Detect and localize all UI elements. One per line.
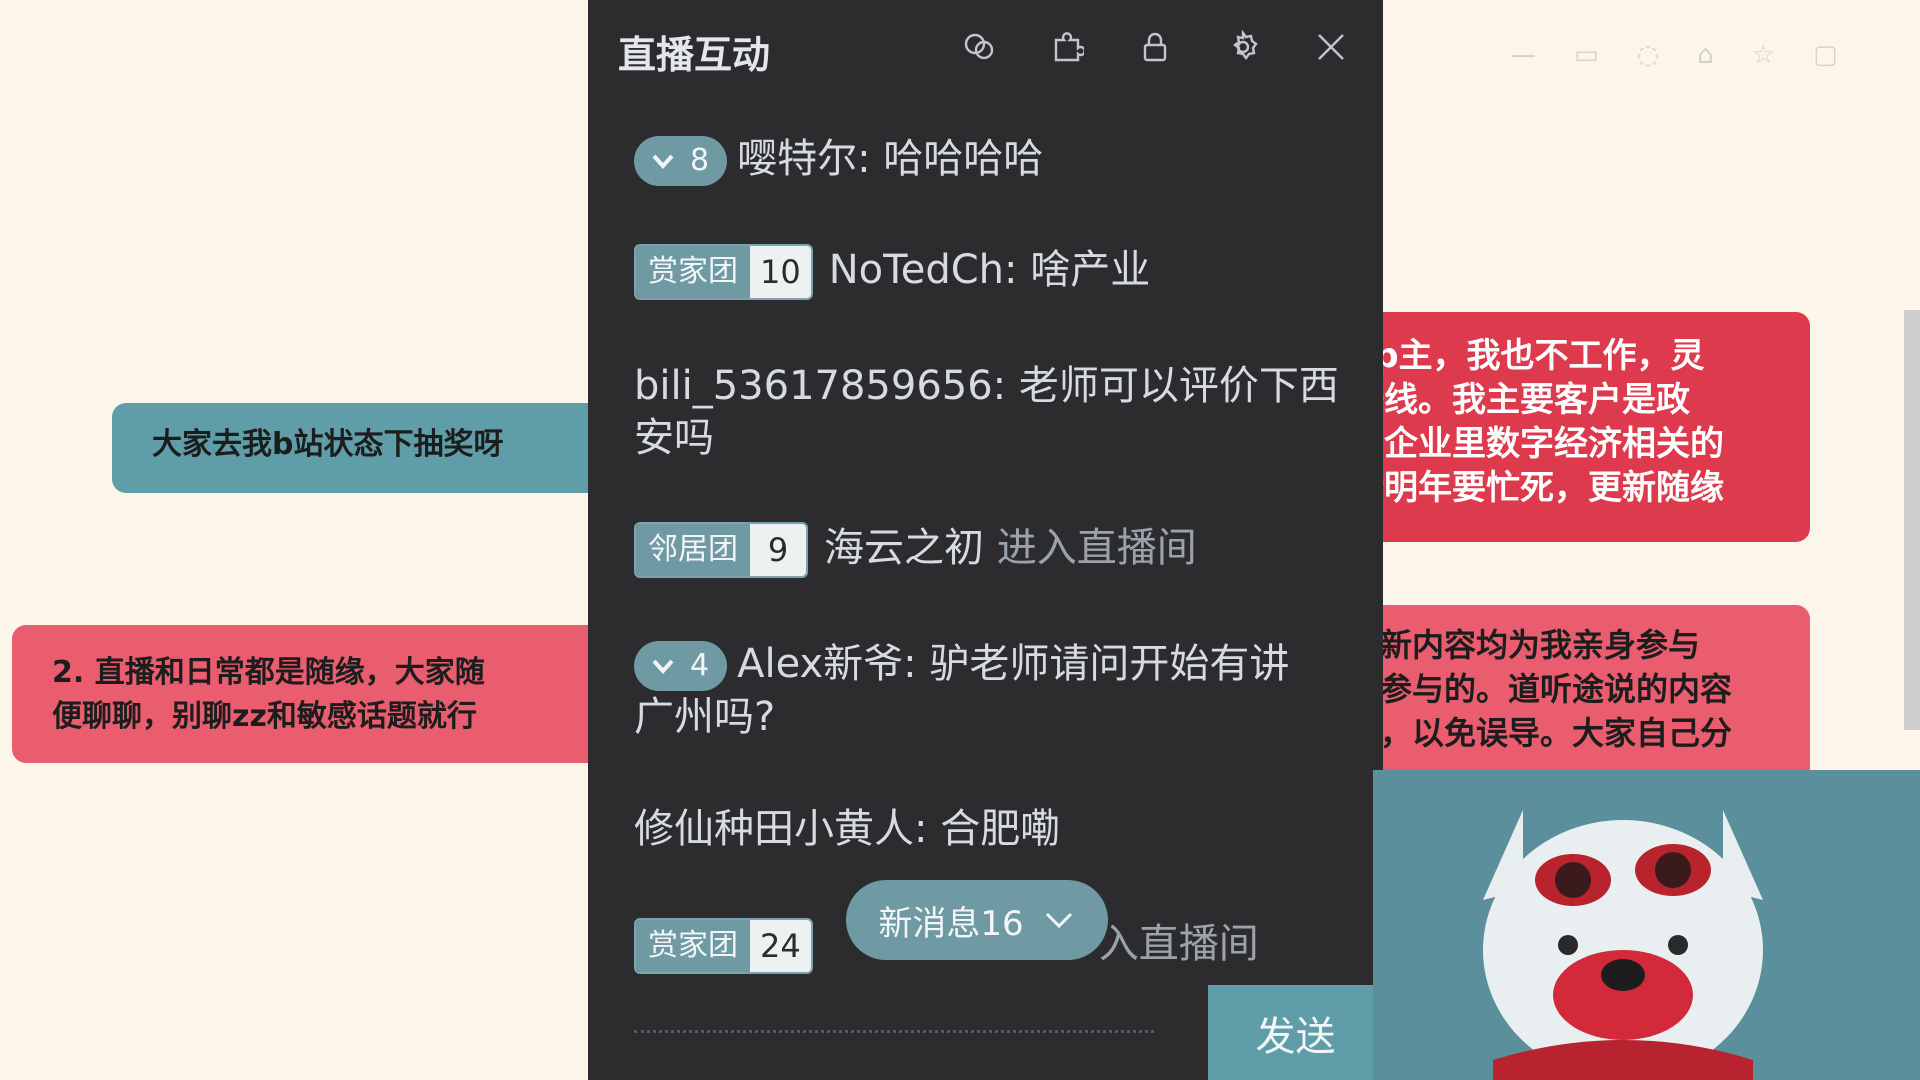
- chevron-down-icon: [652, 154, 674, 169]
- content-banner-line2: 参与的。道听途说的内容: [1380, 670, 1733, 708]
- new-messages-button[interactable]: 新消息16: [846, 880, 1108, 960]
- chat-text-line2: 安吗: [634, 415, 714, 461]
- mascot-image: [1373, 770, 1920, 1080]
- lock-icon[interactable]: [1134, 26, 1176, 68]
- system-text: 入直播间: [1098, 921, 1259, 967]
- chevron-down-icon: [652, 659, 674, 674]
- chat-username[interactable]: 修仙种田小黄人: [634, 806, 914, 852]
- chat-text: 哈哈哈哈: [883, 136, 1044, 182]
- chat-username[interactable]: 海云之初: [824, 525, 984, 571]
- panel-title: 直播互动: [618, 33, 771, 77]
- gear-icon[interactable]: [1222, 26, 1264, 68]
- user-icon[interactable]: ◌: [1637, 40, 1660, 70]
- chat-username[interactable]: bili_53617859656: [634, 363, 993, 409]
- fan-badge-name: 邻居团: [636, 524, 750, 576]
- level-badge: 8: [634, 136, 728, 186]
- fan-badge-name: 赏家团: [636, 246, 750, 298]
- minimize-icon[interactable]: —: [1510, 40, 1536, 70]
- intro-banner-line3: 、企业里数字经济相关的: [1350, 424, 1724, 464]
- fan-badge: 赏家团 10: [634, 244, 813, 300]
- intro-banner-line1: up主，我也不工作，灵: [1350, 336, 1705, 376]
- lottery-banner: 大家去我b站状态下抽奖呀: [112, 403, 612, 493]
- live-interaction-panel: 直播互动 8 嘤特尔: 哈哈哈哈 赏家团 10 NoTedCh: 啥产业 bil…: [588, 0, 1383, 1080]
- side-scrollbar[interactable]: [1904, 310, 1920, 730]
- chat-text-line1: 驴老师请问开始有讲: [929, 641, 1290, 687]
- close-icon[interactable]: [1310, 26, 1352, 68]
- window-icon[interactable]: ▭: [1574, 40, 1599, 70]
- fan-badge: 赏家团 24: [634, 918, 813, 974]
- chat-message: 邻居团 9 海云之初 进入直播间: [634, 522, 1343, 578]
- chat-text: 合肥嘞: [940, 806, 1061, 852]
- chat-username[interactable]: Alex新爷: [737, 641, 903, 687]
- fan-badge-level: 10: [750, 246, 811, 298]
- fan-badge-name: 赏家团: [636, 920, 750, 972]
- chat-message: 8 嘤特尔: 哈哈哈哈: [634, 133, 1343, 186]
- content-banner-line1: 新内容均为我亲身参与: [1380, 626, 1701, 664]
- chat-message: bili_53617859656: 老师可以评价下西 安吗: [634, 360, 1343, 464]
- chat-text: 啥产业: [1030, 247, 1151, 293]
- chevron-down-icon: [1045, 912, 1072, 929]
- chat-message: 修仙种田小黄人: 合肥嘞: [634, 806, 1061, 852]
- intro-banner-line2: 一线。我主要客户是政: [1350, 380, 1690, 420]
- chat-text-line2: 广州吗?: [634, 694, 776, 740]
- top-right-toolbar: — ▭ ◌ ⌂ ☆ ▢: [1510, 40, 1838, 70]
- rules-banner: 2. 直播和日常都是随缘，大家随 便聊聊，别聊zz和敏感话题就行: [12, 625, 612, 763]
- fan-badge-level: 9: [750, 524, 806, 576]
- rules-banner-line1: 2. 直播和日常都是随缘，大家随: [52, 655, 485, 690]
- lottery-banner-text: 大家去我b站状态下抽奖呀: [152, 427, 504, 462]
- send-button[interactable]: 发送: [1208, 985, 1383, 1080]
- chat-username[interactable]: 嘤特尔: [737, 136, 857, 182]
- chat-input[interactable]: [634, 1030, 1154, 1037]
- system-text: 进入直播间: [996, 525, 1197, 571]
- star-icon[interactable]: ☆: [1752, 40, 1775, 70]
- rules-banner-line2: 便聊聊，别聊zz和敏感话题就行: [52, 699, 477, 734]
- new-messages-label: 新消息16: [878, 903, 1024, 944]
- fan-badge: 邻居团 9: [634, 522, 808, 578]
- fan-badge-level: 24: [750, 920, 811, 972]
- level-number: 4: [690, 648, 710, 683]
- chat-message: 赏家团 10 NoTedCh: 啥产业: [634, 244, 1343, 300]
- webcam-feed: [1373, 770, 1920, 1080]
- chat-text-line1: 老师可以评价下西: [1018, 363, 1339, 409]
- level-number: 8: [690, 143, 710, 178]
- bubble-icon[interactable]: [958, 26, 1000, 68]
- panel-toolbar: [958, 26, 1352, 68]
- desktop-stage: — ▭ ◌ ⌂ ☆ ▢ 大家去我b站状态下抽奖呀 2. 直播和日常都是随缘，大家…: [0, 0, 1920, 1080]
- puzzle-icon[interactable]: [1046, 26, 1088, 68]
- intro-banner-line4: 计明年要忙死，更新随缘: [1350, 468, 1724, 508]
- content-banner-line3: ，以免误导。大家自己分: [1380, 714, 1733, 752]
- chat-username[interactable]: NoTedCh: [829, 247, 1004, 293]
- expand-icon[interactable]: ▢: [1813, 40, 1838, 70]
- pin-icon[interactable]: ⌂: [1697, 40, 1714, 70]
- chat-message: 4 Alex新爷: 驴老师请问开始有讲 广州吗?: [634, 638, 1343, 743]
- level-badge: 4: [634, 641, 728, 691]
